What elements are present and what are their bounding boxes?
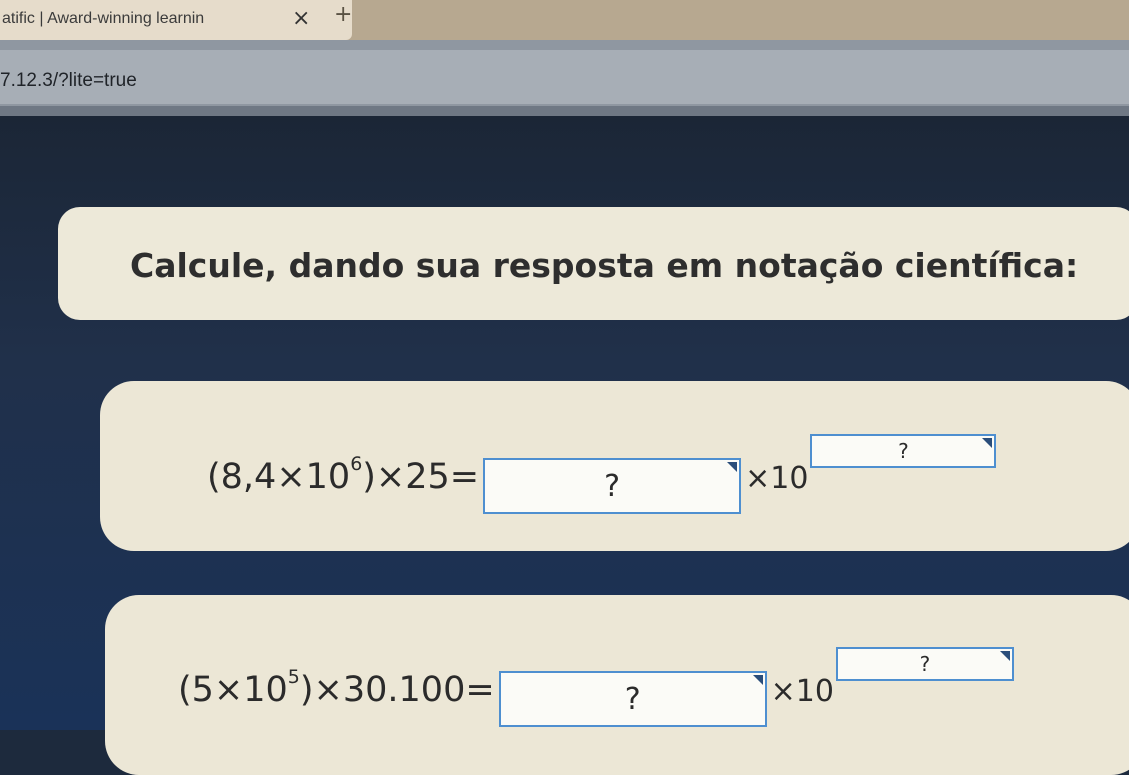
mantissa-input-2[interactable]: ? — [498, 671, 767, 727]
dropdown-corner-icon — [982, 437, 993, 448]
exponent-input-1[interactable]: ? — [810, 433, 997, 468]
times-ten-label: ×10 — [745, 460, 809, 496]
mantissa-placeholder: ? — [604, 468, 621, 504]
url-text: 7.12.3/?lite=true — [0, 70, 137, 91]
times-ten-label: ×10 — [770, 673, 834, 709]
expression-lhs: (8,4×10 — [207, 456, 351, 497]
dropdown-corner-icon — [727, 462, 738, 472]
expression-exponent: 6 — [350, 452, 363, 475]
browser-tab[interactable]: atific | Award-winning learnin × — [0, 0, 352, 40]
exercise-expression-2: (5×10 5)×30.100= ? ×10 ? — [178, 646, 1014, 727]
dropdown-corner-icon — [752, 675, 763, 685]
mantissa-placeholder: ? — [624, 681, 641, 717]
expression-lhs: (5×10 — [178, 669, 288, 710]
expression-rest: )×30.100= — [299, 669, 495, 710]
question-prompt: Calcule, dando sua resposta em notação c… — [130, 246, 1079, 285]
url-field[interactable] — [0, 50, 1129, 104]
exponent-input-2[interactable]: ? — [835, 646, 1014, 681]
exercise-expression-1: (8,4×10 6)×25= ? ×10 ? — [207, 433, 997, 514]
dropdown-corner-icon — [999, 650, 1010, 661]
toolbar-divider — [0, 106, 1129, 116]
expression-exponent: 5 — [287, 665, 300, 688]
close-tab-icon[interactable]: × — [292, 6, 310, 31]
mantissa-input-1[interactable]: ? — [483, 458, 742, 514]
new-tab-icon[interactable]: + — [334, 2, 352, 27]
expression-rest: )×25= — [362, 456, 480, 497]
exponent-placeholder: ? — [919, 651, 931, 676]
exponent-placeholder: ? — [898, 438, 909, 463]
tab-title: atific | Award-winning learnin — [2, 10, 205, 27]
